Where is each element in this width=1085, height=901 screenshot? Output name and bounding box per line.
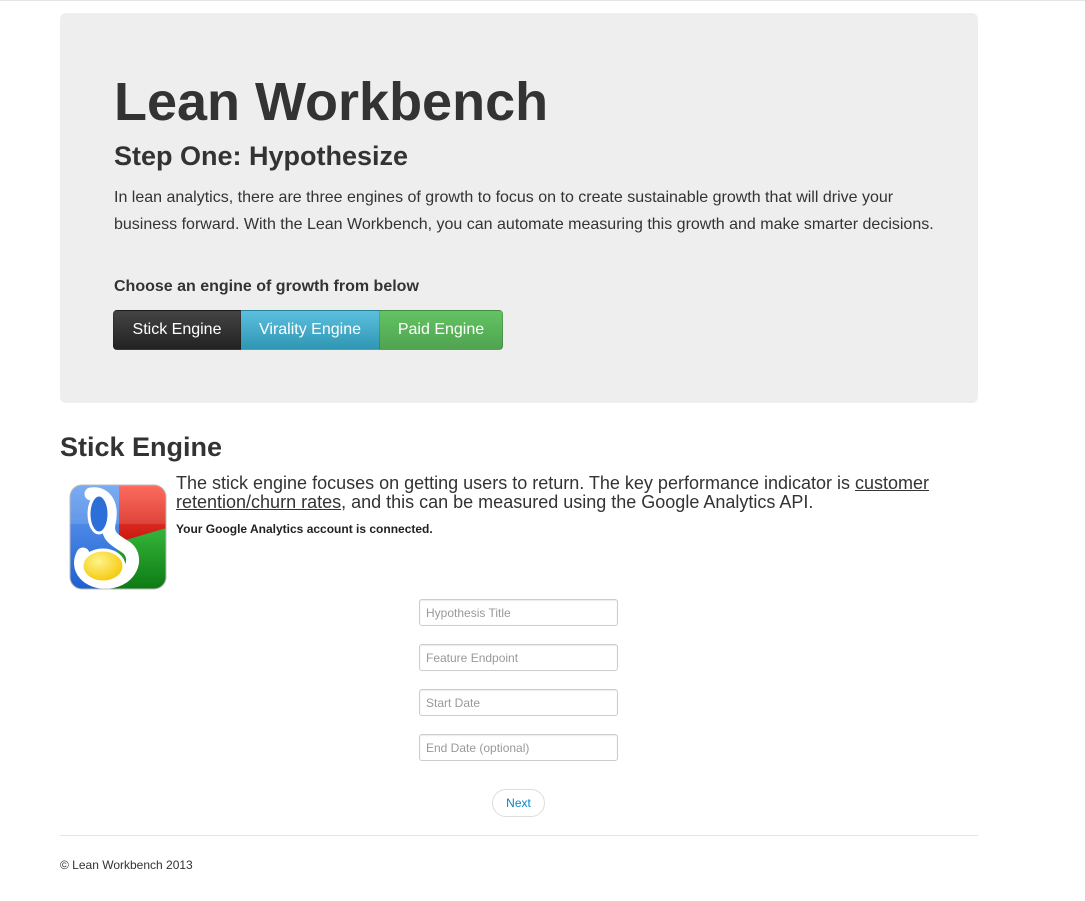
engine-section-title: Stick Engine bbox=[60, 432, 223, 462]
stick-engine-button[interactable]: Stick Engine bbox=[113, 310, 241, 350]
google-analytics-logo-icon bbox=[69, 484, 167, 590]
hypothesis-title-input[interactable] bbox=[419, 599, 618, 626]
engine-button-group: Stick Engine Virality Engine Paid Engine bbox=[113, 310, 503, 350]
engine-description-text-end: , and this can be measured using the Goo… bbox=[341, 492, 814, 512]
engine-description: The stick engine focuses on getting user… bbox=[176, 474, 976, 512]
virality-engine-button[interactable]: Virality Engine bbox=[241, 310, 380, 350]
step-heading: Step One: Hypothesize bbox=[114, 141, 409, 171]
page-title: Lean Workbench bbox=[114, 72, 549, 132]
engine-description-text: The stick engine focuses on getting user… bbox=[176, 473, 856, 493]
end-date-input[interactable] bbox=[419, 734, 618, 761]
analytics-connected-status: Your Google Analytics account is connect… bbox=[176, 522, 433, 536]
top-border bbox=[0, 0, 1085, 1]
engine-choice-prompt: Choose an engine of growth from below bbox=[114, 278, 419, 295]
start-date-input[interactable] bbox=[419, 689, 618, 716]
intro-paragraph: In lean analytics, there are three engin… bbox=[114, 189, 934, 233]
paid-engine-button[interactable]: Paid Engine bbox=[380, 310, 503, 350]
hero-unit: Lean Workbench Step One: Hypothesize In … bbox=[60, 13, 978, 403]
next-button[interactable]: Next bbox=[492, 789, 545, 817]
footer-copyright: © Lean Workbench 2013 bbox=[60, 858, 193, 872]
feature-endpoint-input[interactable] bbox=[419, 644, 618, 671]
footer-divider bbox=[60, 835, 978, 836]
